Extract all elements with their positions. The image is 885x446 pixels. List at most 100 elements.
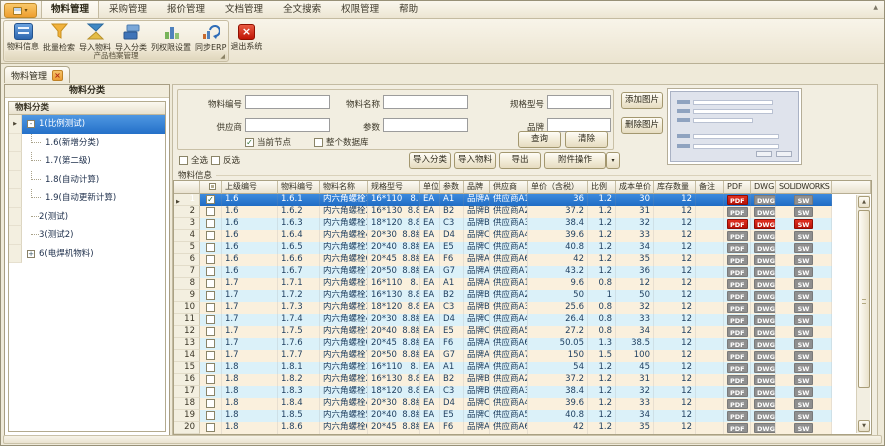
sw-badge[interactable]: SW <box>794 411 813 421</box>
material-code-input[interactable] <box>245 95 330 109</box>
ribbon-tab-7[interactable]: 帮助 <box>389 0 428 18</box>
tree-node[interactable]: ▶-1(比例测试) <box>9 115 165 134</box>
table-row[interactable]: 101.71.7.3内六角螺栓318*120 8.8级EAC3品牌B供应商A32… <box>174 302 871 314</box>
column-header-check[interactable] <box>200 181 222 194</box>
pdf-badge[interactable]: PDF <box>727 399 748 409</box>
row-number[interactable]: 9 <box>174 290 200 302</box>
pdf-badge[interactable]: PDF <box>727 327 748 337</box>
tree-node[interactable]: 1.7(第二级) <box>9 152 165 171</box>
column-header-name[interactable]: 物料名称 <box>320 181 368 194</box>
table-row[interactable]: 71.61.6.7内六角螺栓720*50 8.8级EAG7品牌A供应商A743.… <box>174 266 871 278</box>
table-row[interactable]: 151.81.8.1内六角螺栓116*110 8.8级EAA1品牌A供应商A15… <box>174 362 871 374</box>
toolbar-button-6[interactable]: 同步ERP <box>193 22 228 53</box>
sw-badge[interactable]: SW <box>794 363 813 373</box>
sw-badge[interactable]: SW <box>794 387 813 397</box>
pdf-badge[interactable]: PDF <box>727 423 748 433</box>
ribbon-tab-4[interactable]: 文档管理 <box>215 0 273 18</box>
row-number[interactable]: 14 <box>174 350 200 362</box>
application-menu-button[interactable]: ▾ <box>4 3 37 18</box>
pdf-badge[interactable]: PDF <box>727 219 748 229</box>
column-header-rownum[interactable] <box>174 181 200 194</box>
sw-badge[interactable]: SW <box>794 267 813 277</box>
add-image-button[interactable]: 添加图片 <box>621 92 663 109</box>
row-number[interactable]: 19 <box>174 410 200 422</box>
query-button[interactable]: 查询 <box>518 131 561 148</box>
pdf-badge[interactable]: PDF <box>727 207 748 217</box>
column-header-code[interactable]: 物料编号 <box>278 181 320 194</box>
attachment-dropdown-button[interactable]: ▾ <box>606 152 620 169</box>
cell-checkbox[interactable]: ✓ <box>200 194 222 206</box>
select-all-checkbox[interactable]: 全选 <box>179 154 208 166</box>
table-row[interactable]: 131.71.7.6内六角螺栓620*45 8.8级EAF6品牌A供应商A650… <box>174 338 871 350</box>
material-name-input[interactable] <box>383 95 468 109</box>
supplier-input[interactable] <box>245 118 330 132</box>
pdf-badge[interactable]: PDF <box>727 351 748 361</box>
cell-checkbox[interactable] <box>200 326 222 338</box>
column-header-cost[interactable]: 成本单价 <box>616 181 654 194</box>
sw-badge[interactable]: SW <box>794 207 813 217</box>
dwg-badge[interactable]: DWG <box>754 375 776 385</box>
table-row[interactable]: 181.81.8.4内六角螺栓420*30 8.8级EAD4品牌C供应商A439… <box>174 398 871 410</box>
cell-checkbox[interactable] <box>200 386 222 398</box>
row-number[interactable]: 8 <box>174 278 200 290</box>
table-row[interactable]: 91.71.7.2内六角螺栓216*130 8.8级EAB2品牌B供应商A250… <box>174 290 871 302</box>
attachment-operations-button[interactable]: 附件操作 <box>544 152 606 169</box>
row-number[interactable]: 12 <box>174 326 200 338</box>
row-number[interactable]: 16 <box>174 374 200 386</box>
table-row[interactable]: 141.71.7.7内六角螺栓720*50 8.8级EAG7品牌A供应商A715… <box>174 350 871 362</box>
sw-badge[interactable]: SW <box>794 375 813 385</box>
tree-node[interactable]: 3(测试2) <box>9 226 165 245</box>
spec-input[interactable] <box>547 95 611 109</box>
scroll-down-icon[interactable]: ▼ <box>858 420 870 432</box>
row-number[interactable]: 15 <box>174 362 200 374</box>
sw-badge[interactable]: SW <box>794 351 813 361</box>
toolbar-button-5[interactable]: 列权限设置 <box>149 22 193 53</box>
table-row[interactable]: 1▶✓1.61.6.1内六角螺栓116*110 8.8级EAA1品牌A供应商A1… <box>174 194 871 206</box>
expand-icon[interactable]: + <box>27 250 35 258</box>
dwg-badge[interactable]: DWG <box>754 207 776 217</box>
dwg-badge[interactable]: DWG <box>754 387 776 397</box>
pdf-badge[interactable]: PDF <box>727 411 748 421</box>
cell-checkbox[interactable] <box>200 374 222 386</box>
current-node-checkbox[interactable]: ✓ 当前节点 <box>245 136 291 148</box>
dwg-badge[interactable]: DWG <box>754 267 776 277</box>
column-header-unit[interactable]: 单位 <box>420 181 440 194</box>
whole-database-checkbox[interactable]: 整个数据库 <box>314 136 369 148</box>
ribbon-tab-3[interactable]: 报价管理 <box>157 0 215 18</box>
scroll-up-icon[interactable]: ▲ <box>858 196 870 208</box>
ribbon-tab-5[interactable]: 全文搜索 <box>273 0 331 18</box>
row-number[interactable]: 11 <box>174 314 200 326</box>
pdf-badge[interactable]: PDF <box>727 339 748 349</box>
table-row[interactable]: 51.61.6.5内六角螺栓520*40 8.8级EAE5品牌C供应商A540.… <box>174 242 871 254</box>
pdf-badge[interactable]: PDF <box>727 315 748 325</box>
document-tab-material[interactable]: 物料管理 × <box>4 66 70 83</box>
cell-checkbox[interactable] <box>200 350 222 362</box>
column-header-supplier[interactable]: 供应商 <box>490 181 528 194</box>
table-row[interactable]: 201.81.8.6内六角螺栓620*45 8.8级EAF6品牌A供应商A642… <box>174 422 871 434</box>
sw-badge[interactable]: SW <box>794 243 813 253</box>
sw-badge[interactable]: SW <box>794 303 813 313</box>
group-expand-icon[interactable]: ◢ <box>220 52 225 61</box>
sw-badge[interactable]: SW <box>794 219 813 229</box>
pdf-badge[interactable]: PDF <box>727 195 748 205</box>
import-category-button[interactable]: 导入分类 <box>409 152 451 169</box>
toolbar-button-3[interactable]: 导入物料 <box>77 22 113 53</box>
table-row[interactable]: 81.71.7.1内六角螺栓116*110 8.8级EAA1品牌A供应商A19.… <box>174 278 871 290</box>
ribbon-tab-6[interactable]: 权限管理 <box>331 0 389 18</box>
tree-node[interactable]: 1.8(自动计算) <box>9 171 165 190</box>
pdf-badge[interactable]: PDF <box>727 387 748 397</box>
sw-badge[interactable]: SW <box>794 231 813 241</box>
cell-checkbox[interactable] <box>200 218 222 230</box>
row-number[interactable]: 1▶ <box>174 194 200 206</box>
column-header-pdf[interactable]: PDF <box>724 181 751 194</box>
dwg-badge[interactable]: DWG <box>754 339 776 349</box>
tree-node[interactable]: 1.9(自动更新计算) <box>9 189 165 208</box>
dwg-badge[interactable]: DWG <box>754 303 776 313</box>
dwg-badge[interactable]: DWG <box>754 291 776 301</box>
column-header-sw[interactable]: SOLIDWORKS <box>776 181 832 194</box>
table-row[interactable]: 31.61.6.3内六角螺栓318*120 8.8级EAC3品牌B供应商A338… <box>174 218 871 230</box>
dwg-badge[interactable]: DWG <box>754 327 776 337</box>
dwg-badge[interactable]: DWG <box>754 231 776 241</box>
row-number[interactable]: 3 <box>174 218 200 230</box>
pdf-badge[interactable]: PDF <box>727 231 748 241</box>
